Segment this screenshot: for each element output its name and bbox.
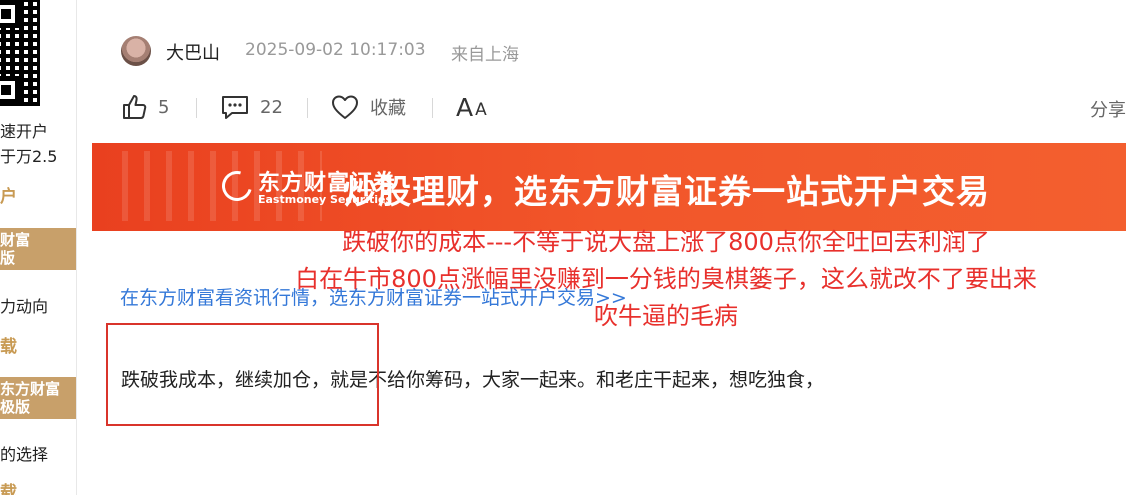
sidebar-badge-app-2: 东方财富 极版 bbox=[0, 377, 76, 419]
thumbs-up-icon bbox=[123, 95, 147, 119]
sidebar-badge-line: 东方财富 bbox=[0, 380, 61, 398]
heart-icon bbox=[332, 95, 358, 119]
red-annotation: 跌破你的成本---不等于说大盘上涨了800点你全吐回去利润了 白在牛市800点涨… bbox=[216, 224, 1116, 335]
comment-button[interactable]: 22 bbox=[220, 90, 283, 124]
post-location: 来自上海 bbox=[451, 45, 519, 65]
favorite-button[interactable]: 收藏 bbox=[330, 90, 406, 124]
qr-code bbox=[0, 0, 40, 106]
annotation-line: 白在牛市800点涨幅里没赚到一分钱的臭棋篓子，这么就改不了要出来 bbox=[295, 265, 1037, 293]
ad-banner[interactable]: 东方财富证券 Eastmoney Securities 炒股理财，选东方财富证券… bbox=[92, 143, 1126, 231]
annotation-line: 跌破你的成本---不等于说大盘上涨了800点你全吐回去利润了 bbox=[342, 228, 990, 256]
left-sidebar: 速开户 于万2.5 户 财富 版 力动向 载 东方财富 极版 的选择 载 bbox=[0, 0, 77, 495]
toolbar-divider bbox=[307, 98, 308, 118]
like-count: 5 bbox=[158, 96, 170, 118]
sidebar-link-download-2[interactable]: 载 bbox=[0, 478, 17, 495]
sidebar-badge-line: 极版 bbox=[0, 398, 31, 416]
favorite-label: 收藏 bbox=[370, 98, 406, 119]
font-size-button[interactable]: A A bbox=[456, 90, 487, 124]
post-datetime: 2025-09-02 10:17:03 bbox=[245, 40, 426, 60]
sidebar-text-commission: 于万2.5 bbox=[0, 147, 58, 166]
highlight-box bbox=[106, 323, 379, 426]
toolbar-divider bbox=[432, 98, 433, 118]
sidebar-text-open-account: 速开户 bbox=[0, 122, 49, 141]
banner-slogan: 炒股理财，选东方财富证券一站式开户交易 bbox=[344, 172, 990, 211]
toolbar-divider bbox=[196, 98, 197, 118]
comment-count: 22 bbox=[260, 96, 283, 118]
author-name[interactable]: 大巴山 bbox=[166, 39, 220, 65]
share-button[interactable]: 分享 bbox=[1090, 96, 1126, 122]
font-size-small-label: A bbox=[475, 99, 487, 120]
sidebar-badge-app: 财富 版 bbox=[0, 228, 76, 270]
sidebar-link-download-1[interactable]: 载 bbox=[0, 332, 17, 357]
comment-icon bbox=[222, 96, 248, 119]
author-avatar[interactable] bbox=[121, 36, 151, 66]
sidebar-link-open-account[interactable]: 户 bbox=[0, 182, 17, 207]
font-size-large-label: A bbox=[456, 92, 474, 122]
like-button[interactable]: 5 bbox=[120, 90, 169, 124]
sidebar-badge-line: 版 bbox=[0, 249, 16, 267]
sidebar-badge-line: 财富 bbox=[0, 231, 31, 249]
post-toolbar: 5 22 收藏 A A 分享 bbox=[120, 90, 1126, 124]
sidebar-text-capital-flow: 力动向 bbox=[0, 297, 49, 316]
sidebar-text-choice: 的选择 bbox=[0, 445, 49, 464]
